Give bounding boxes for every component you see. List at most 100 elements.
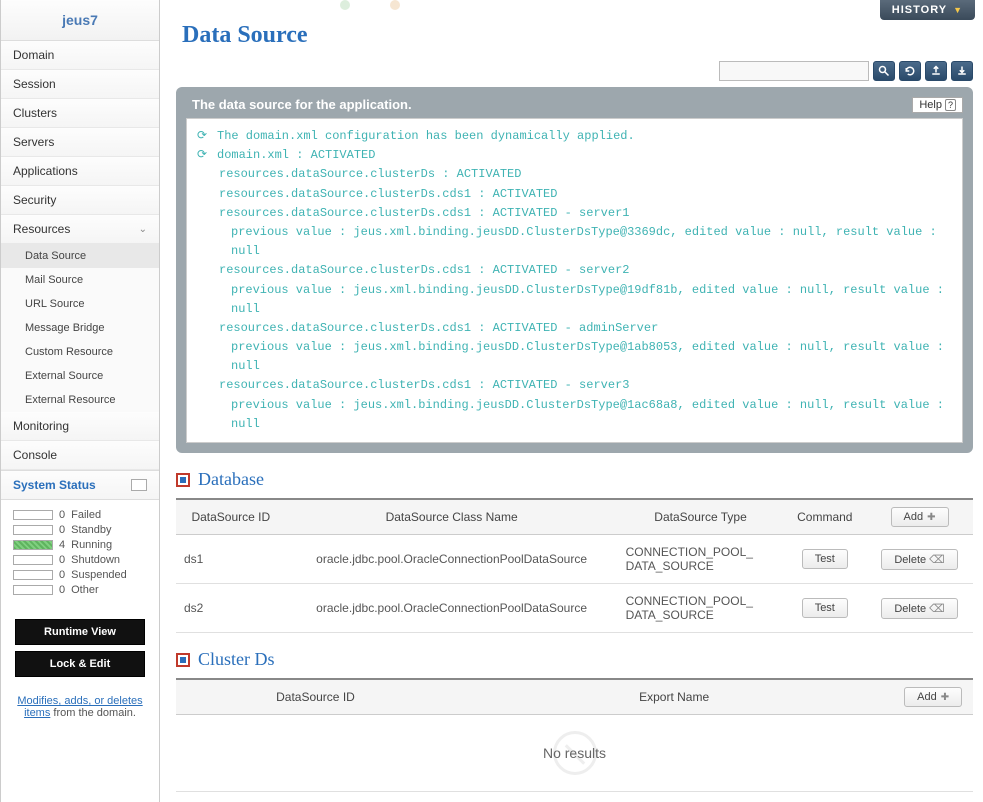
lock-edit-button[interactable]: Lock & Edit (15, 651, 145, 677)
chevron-down-icon: ▼ (953, 5, 963, 15)
status-refresh-icon[interactable] (131, 479, 147, 491)
log-line: resources.dataSource.clusterDs.cds1 : AC… (197, 319, 952, 338)
refresh-small-icon: ⟳ (197, 127, 211, 146)
search-icon[interactable] (873, 61, 895, 81)
help-label: Help (919, 99, 942, 111)
system-status-title: System Status (13, 478, 96, 492)
log-line: resources.dataSource.clusterDs.cds1 : AC… (197, 261, 952, 280)
sub-external-resource[interactable]: External Resource (1, 388, 159, 412)
database-title: Database (198, 469, 264, 490)
col-datasource-id: DataSource ID (176, 499, 286, 535)
nav-applications[interactable]: Applications (1, 157, 159, 186)
nav-list: Domain Session Clusters Servers Applicat… (1, 41, 159, 470)
help-button[interactable]: Help ? (912, 97, 963, 113)
system-status-header: System Status (1, 470, 159, 500)
sub-custom-resource[interactable]: Custom Resource (1, 340, 159, 364)
status-suspended: 0Suspended (13, 569, 147, 581)
history-button[interactable]: HISTORY ▼ (880, 0, 975, 20)
delete-icon: ⌫ (929, 603, 945, 615)
import-icon[interactable] (951, 61, 973, 81)
table-row: ds2oracle.jdbc.pool.OracleConnectionPool… (176, 584, 973, 633)
status-running: 4Running (13, 539, 147, 551)
status-list: 0Failed 0Standby 4Running 0Shutdown 0Sus… (1, 500, 159, 605)
sub-data-source[interactable]: Data Source (1, 244, 159, 268)
info-box-title: The data source for the application. (186, 97, 963, 112)
nav-monitoring[interactable]: Monitoring (1, 412, 159, 441)
nav-resources[interactable]: Resources ⌄ (1, 215, 159, 244)
delete-button[interactable]: Delete⌫ (881, 598, 957, 619)
nav-servers[interactable]: Servers (1, 128, 159, 157)
nav-clusters[interactable]: Clusters (1, 99, 159, 128)
nav-resources-label: Resources (13, 222, 70, 236)
sidebar: jeus7 Domain Session Clusters Servers Ap… (0, 0, 160, 802)
log-line: resources.dataSource.clusterDs : ACTIVAT… (197, 165, 952, 184)
test-button[interactable]: Test (802, 598, 848, 618)
sub-mail-source[interactable]: Mail Source (1, 268, 159, 292)
nav-console[interactable]: Console (1, 441, 159, 470)
col-cluster-add: Add ✚ (893, 679, 973, 715)
runtime-view-button[interactable]: Runtime View (15, 619, 145, 645)
no-results-row: No results (176, 715, 973, 792)
no-results-text: No results (543, 745, 606, 761)
section-marker-icon (176, 653, 190, 667)
log-line: ⟳The domain.xml configuration has been d… (197, 127, 952, 146)
sub-url-source[interactable]: URL Source (1, 292, 159, 316)
cluster-table: DataSource ID Export Name Add ✚ (176, 678, 973, 715)
cell-action: Delete⌫ (866, 535, 973, 584)
cell-class-name: oracle.jdbc.pool.OracleConnectionPoolDat… (286, 584, 618, 633)
nav-security[interactable]: Security (1, 186, 159, 215)
status-bar-icon (13, 585, 53, 595)
status-failed: 0Failed (13, 509, 147, 521)
add-cluster-button[interactable]: Add ✚ (904, 687, 962, 707)
delete-icon: ⌫ (929, 554, 945, 566)
log-line: previous value : jeus.xml.binding.jeusDD… (197, 338, 952, 376)
dot-icon (340, 0, 350, 10)
table-row: ds1oracle.jdbc.pool.OracleConnectionPool… (176, 535, 973, 584)
log-line: ⟳domain.xml : ACTIVATED (197, 146, 952, 165)
info-box: The data source for the application. Hel… (176, 87, 973, 453)
dot-icon (390, 0, 400, 10)
status-bar-icon (13, 570, 53, 580)
sub-message-bridge[interactable]: Message Bridge (1, 316, 159, 340)
log-line: resources.dataSource.clusterDs.cds1 : AC… (197, 185, 952, 204)
log-line: resources.dataSource.clusterDs.cds1 : AC… (197, 376, 952, 395)
refresh-icon[interactable] (899, 61, 921, 81)
status-bar-icon (13, 510, 53, 520)
col-add: Add ✚ (866, 499, 973, 535)
search-input[interactable] (719, 61, 869, 81)
col-command: Command (784, 499, 867, 535)
log-line: previous value : jeus.xml.binding.jeusDD… (197, 281, 952, 319)
test-button[interactable]: Test (802, 549, 848, 569)
status-shutdown: 0Shutdown (13, 554, 147, 566)
history-label: HISTORY (892, 4, 947, 16)
cluster-title: Cluster Ds (198, 649, 275, 670)
page-title: Data Source (176, 0, 973, 61)
col-type: DataSource Type (618, 499, 784, 535)
status-bar-icon (13, 540, 53, 550)
status-bar-icon (13, 555, 53, 565)
add-database-button[interactable]: Add ✚ (891, 507, 949, 527)
sub-external-source[interactable]: External Source (1, 364, 159, 388)
resources-sublist: Data Source Mail Source URL Source Messa… (1, 244, 159, 412)
cell-id: ds1 (176, 535, 286, 584)
main-content: HISTORY ▼ Data Source The data source fo… (160, 0, 983, 802)
cell-command: Test (784, 535, 867, 584)
cell-id: ds2 (176, 584, 286, 633)
status-other: 0Other (13, 584, 147, 596)
export-icon[interactable] (925, 61, 947, 81)
cluster-section-header: Cluster Ds (176, 649, 973, 670)
log-line: previous value : jeus.xml.binding.jeusDD… (197, 223, 952, 261)
delete-button[interactable]: Delete⌫ (881, 549, 957, 570)
database-table: DataSource ID DataSource Class Name Data… (176, 498, 973, 633)
nav-domain[interactable]: Domain (1, 41, 159, 70)
log-line: resources.dataSource.clusterDs.cds1 : AC… (197, 204, 952, 223)
database-section-header: Database (176, 469, 973, 490)
col-export-name: Export Name (455, 679, 893, 715)
status-bar-icon (13, 525, 53, 535)
nav-session[interactable]: Session (1, 70, 159, 99)
section-marker-icon (176, 473, 190, 487)
cell-command: Test (784, 584, 867, 633)
log-line: previous value : jeus.xml.binding.jeusDD… (197, 396, 952, 434)
question-icon: ? (945, 99, 956, 111)
refresh-small-icon: ⟳ (197, 146, 211, 165)
